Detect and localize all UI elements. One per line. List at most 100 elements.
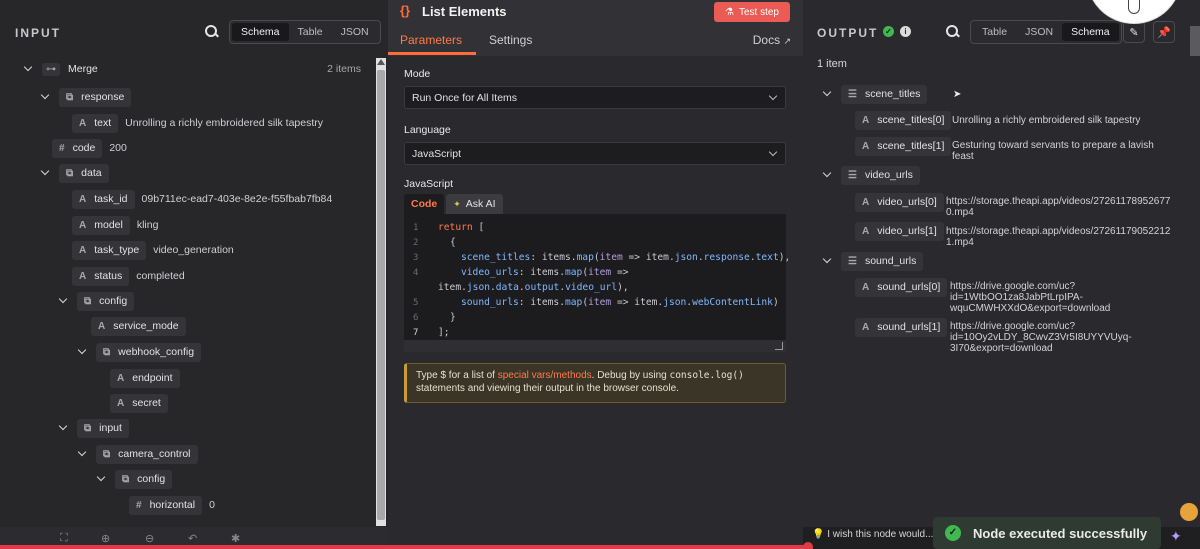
right-scrollbar[interactable]: [1190, 26, 1200, 56]
chevron-down-icon[interactable]: [23, 64, 33, 74]
docs-link[interactable]: Docs ↗: [753, 33, 791, 47]
tree-row[interactable]: Amodel kling: [72, 214, 158, 236]
field-value: 0: [209, 499, 215, 511]
input-tab-schema[interactable]: Schema: [232, 23, 289, 41]
tree-row[interactable]: Asound_urls[0]: [855, 276, 948, 298]
undo-icon[interactable]: ↶: [188, 532, 197, 545]
tree-row[interactable]: ⧉ response: [40, 86, 132, 108]
chevron-down-icon[interactable]: [58, 296, 68, 306]
tree-row[interactable]: Ascene_titles[0]: [855, 109, 952, 131]
scroll-up-icon[interactable]: [377, 59, 385, 65]
mode-select[interactable]: Run Once for All Items: [404, 86, 786, 109]
info-icon[interactable]: i: [900, 26, 911, 37]
tab-settings[interactable]: Settings: [489, 33, 532, 47]
output-tab-json[interactable]: JSON: [1016, 23, 1062, 41]
field-tag: ☰ sound_urls: [841, 251, 924, 271]
tree-row[interactable]: ⧉ webhook_config: [77, 341, 202, 363]
tree-row[interactable]: Avideo_urls[0]: [855, 191, 944, 213]
pencil-icon: ✎: [1129, 26, 1139, 39]
field-value: https://drive.google.com/uc? id=1WtbOO1za…: [950, 281, 1111, 314]
tree-row[interactable]: ☰ sound_urls: [822, 250, 924, 272]
test-step-button[interactable]: ⚗ Test step: [714, 2, 790, 22]
chevron-down-icon[interactable]: [822, 170, 832, 180]
progress-handle[interactable]: [803, 542, 813, 549]
string-icon: A: [117, 372, 125, 384]
tree-row[interactable]: # horizontal 0: [129, 494, 215, 516]
bug-icon[interactable]: ✱: [231, 532, 240, 545]
tree-row[interactable]: ⧉ input: [58, 417, 129, 439]
tree-row[interactable]: Asecret: [110, 392, 168, 414]
search-icon[interactable]: [946, 25, 960, 39]
tree-row[interactable]: Atask_id 09b711ec-ead7-403e-8e2e-f55fbab…: [72, 188, 332, 210]
tree-row[interactable]: ☰ scene_titles: [822, 83, 928, 105]
code-editor[interactable]: 1 2 3 4 5 6 7 return [ { scene_titles: i…: [404, 214, 790, 340]
tree-row[interactable]: Astatus completed: [72, 265, 185, 287]
pin-data-button[interactable]: 📌: [1153, 21, 1175, 43]
output-tab-table[interactable]: Table: [973, 23, 1016, 41]
search-icon[interactable]: [205, 25, 219, 39]
field-tag: Ascene_titles[0]: [855, 110, 952, 130]
expand-icon[interactable]: [775, 342, 783, 350]
tree-row[interactable]: ⧉ camera_control: [77, 443, 198, 465]
chevron-down-icon[interactable]: [96, 474, 106, 484]
chevron-down-icon[interactable]: [77, 449, 87, 459]
tree-row[interactable]: ☰ video_urls: [822, 164, 920, 186]
item-count: 2 items: [327, 63, 361, 75]
field-tag: Amodel: [72, 215, 130, 235]
root-label: Merge: [68, 63, 98, 75]
code-line: video_urls: items.map(item =>: [461, 267, 629, 278]
field-tag: # horizontal: [129, 495, 203, 515]
tree-row[interactable]: Asound_urls[1]: [855, 316, 948, 338]
code-line: scene_titles: items.map(item => item.jso…: [461, 252, 791, 263]
input-scrollbar[interactable]: [376, 58, 386, 526]
list-icon: ☰: [848, 169, 857, 181]
tab-ask-ai[interactable]: ✦ Ask AI: [446, 194, 503, 214]
input-tab-json[interactable]: JSON: [332, 23, 378, 41]
tree-row[interactable]: Aendpoint: [110, 367, 180, 389]
chevron-down-icon[interactable]: [40, 168, 50, 178]
tree-row[interactable]: ⧉ data: [40, 162, 109, 184]
sparkle-icon: ✦: [453, 199, 461, 209]
tab-parameters[interactable]: Parameters: [400, 33, 462, 47]
input-tab-table[interactable]: Table: [289, 23, 332, 41]
chevron-down-icon[interactable]: [58, 423, 68, 433]
chevron-down-icon[interactable]: [40, 92, 50, 102]
scroll-thumb[interactable]: [377, 70, 385, 520]
chevron-down-icon[interactable]: [77, 347, 87, 357]
success-check-icon: ✓: [883, 26, 894, 37]
output-tab-schema[interactable]: Schema: [1062, 23, 1119, 41]
string-icon: A: [862, 114, 870, 126]
tree-row[interactable]: ⧉ config: [96, 468, 173, 490]
edit-output-button[interactable]: ✎: [1123, 21, 1145, 43]
tree-row[interactable]: ⧉ config: [58, 290, 135, 312]
feedback-link[interactable]: 💡 I wish this node would...: [812, 529, 933, 540]
chat-bubble-icon[interactable]: [1180, 503, 1198, 521]
number-icon: #: [59, 142, 65, 154]
special-vars-link[interactable]: special vars/methods: [498, 370, 592, 381]
tree-root-merge[interactable]: ⊶ Merge 2 items: [23, 58, 373, 80]
chevron-down-icon[interactable]: [822, 89, 832, 99]
code-line: ];: [438, 327, 450, 338]
chevron-down-icon[interactable]: [822, 256, 832, 266]
list-icon: ☰: [848, 255, 857, 267]
tree-row[interactable]: Avideo_urls[1]: [855, 220, 944, 242]
line-number: 6: [413, 313, 419, 323]
field-tag: Atask_id: [72, 189, 135, 209]
tree-row[interactable]: Atask_type video_generation: [72, 239, 234, 261]
string-icon: A: [79, 270, 87, 282]
fit-view-icon[interactable]: ⛶: [60, 532, 68, 545]
flask-icon: ⚗: [725, 6, 734, 18]
tree-row[interactable]: Atext Unrolling a richly embroidered sil…: [72, 112, 323, 134]
language-select[interactable]: JavaScript: [404, 142, 786, 165]
tab-code[interactable]: Code: [404, 194, 445, 214]
video-progress-bar[interactable]: [0, 545, 805, 549]
tree-row[interactable]: Ascene_titles[1]: [855, 135, 952, 157]
list-icon: ☰: [848, 88, 857, 100]
tree-row[interactable]: Aservice_mode: [91, 315, 186, 337]
ai-assistant-icon[interactable]: ✦: [1170, 528, 1182, 545]
string-icon: A: [862, 225, 870, 237]
zoom-in-icon[interactable]: ⊕: [101, 532, 110, 545]
node-title[interactable]: List Elements: [422, 4, 507, 19]
zoom-out-icon[interactable]: ⊖: [145, 532, 154, 545]
tree-row[interactable]: # code 200: [52, 137, 127, 159]
